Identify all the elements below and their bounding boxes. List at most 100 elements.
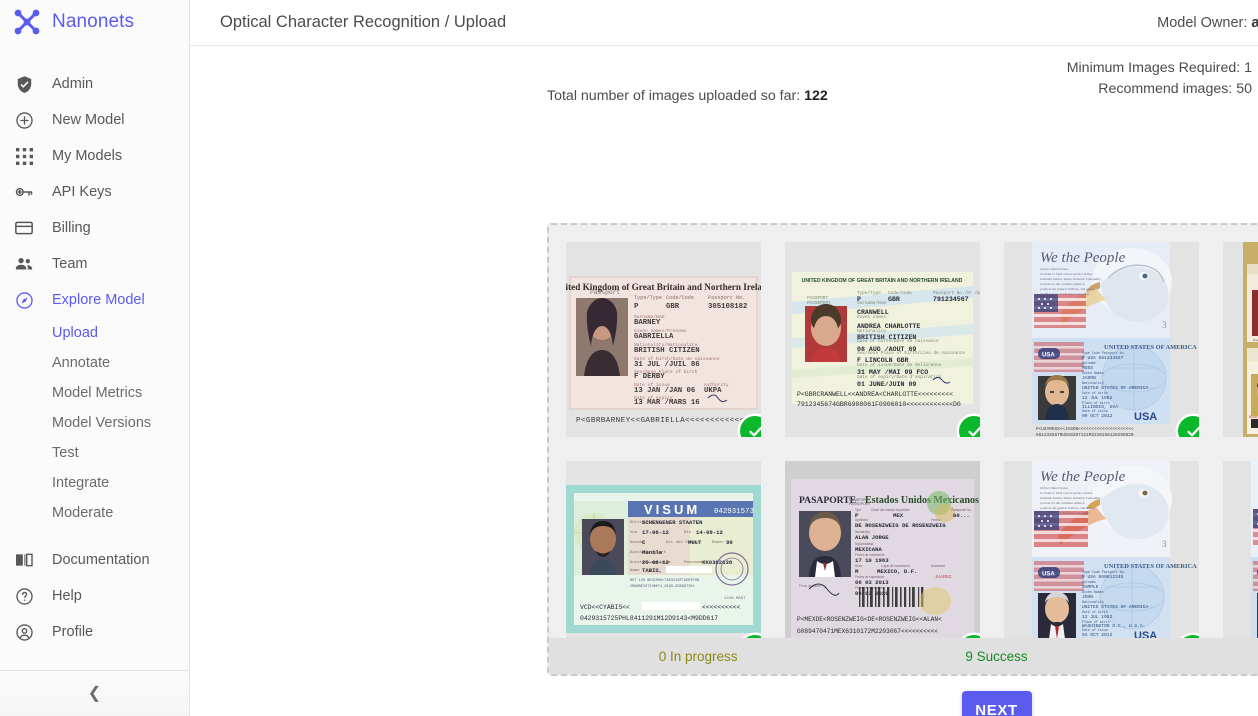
svg-text:BOT 130 BESCH09<TAESC48FTAERIP: BOT 130 BESCH09<TAESC48FTAERIPHN xyxy=(630,578,699,583)
plus-circle-icon xyxy=(12,108,36,132)
svg-text:MULT: MULT xyxy=(688,539,702,546)
upload-page: Total number of images uploaded so far: … xyxy=(190,46,1258,716)
sidebar-item-team[interactable]: Team xyxy=(0,246,189,282)
sidebar-item-annotate[interactable]: Annotate xyxy=(0,348,189,378)
upload-status-bar: 0 In progress 9 Success 0 Error xyxy=(549,638,1258,674)
sidebar-item-test[interactable]: Test xyxy=(0,438,189,468)
svg-text:<<<<<<<<<<: <<<<<<<<<< xyxy=(702,604,741,611)
sidebar-item-billing[interactable]: Billing xyxy=(0,210,189,246)
sidebar-item-label: Explore Model xyxy=(52,292,145,308)
sidebar-item-help[interactable]: Help xyxy=(0,578,189,614)
svg-text:UNITED KINGDOM OF GREAT BRITAI: UNITED KINGDOM OF GREAT BRITAIN AND NORT… xyxy=(802,278,963,284)
svg-text:042931573: 042931573 xyxy=(714,508,754,516)
sidebar-item-label: New Model xyxy=(52,112,125,128)
svg-text:We the People: We the People xyxy=(1040,250,1126,266)
thumbnail-item[interactable]: VISUM 042931573 Gültig für Von Bis Anzah… xyxy=(566,461,761,656)
upload-dropzone[interactable]: United Kingdom of Great Britain and Nort… xyxy=(547,223,1258,676)
sidebar-subitem-label: Model Metrics xyxy=(52,385,143,401)
credit-card-icon xyxy=(12,216,36,240)
svg-text:JASON: JASON xyxy=(1082,375,1096,381)
nanonets-logo-icon xyxy=(6,1,48,43)
sidebar-item-moderate[interactable]: Moderate xyxy=(0,498,189,528)
svg-text:ALAN JORGE: ALAN JORGE xyxy=(855,534,889,541)
svg-text:UNITED STATES OF AMERICA: UNITED STATES OF AMERICA xyxy=(1082,385,1148,391)
uploaded-count-text: Total number of images uploaded so far: … xyxy=(547,88,828,104)
sidebar-item-label: Help xyxy=(52,588,82,604)
svg-text:0429315725PHL8411291M12D9143<M: 0429315725PHL8411291M12D9143<M9DD617 xyxy=(580,615,718,622)
sidebar-item-new-model[interactable]: New Model xyxy=(0,102,189,138)
minimum-images-required: Minimum Images Required: 1 xyxy=(1066,60,1252,76)
svg-text:SCHENGENER STAATEN: SCHENGENER STAATEN xyxy=(642,519,702,526)
svg-text:CRANWELL: CRANWELL xyxy=(857,309,889,316)
app-root: Nanonets Admin New Model My Models API K… xyxy=(0,0,1258,716)
upload-stats: Total number of images uploaded so far: … xyxy=(190,46,1258,124)
sidebar-item-model-metrics[interactable]: Model Metrics xyxy=(0,378,189,408)
user-circle-icon xyxy=(12,620,36,644)
sidebar-item-label: Admin xyxy=(52,76,94,92)
thumbnail-item[interactable]: UNITED KINGDOM OF GREAT BRITAIN AND NORT… xyxy=(785,242,980,437)
thumbnail-item[interactable]: We the People Of the United States, in O… xyxy=(1004,242,1199,437)
svg-text:Type Code Passport No.: Type Code Passport No. xyxy=(1082,351,1126,355)
people-icon xyxy=(12,252,36,276)
sidebar-item-integrate[interactable]: Integrate xyxy=(0,468,189,498)
brand-name: Nanonets xyxy=(52,11,135,32)
svg-text:UNITED STATES OF AMERICA: UNITED STATES OF AMERICA xyxy=(1082,604,1148,610)
svg-text:Director de 10404000xxx: Director de 10404000xxx xyxy=(1253,338,1258,342)
svg-text:JOHN: JOHN xyxy=(1082,594,1093,600)
svg-text:Surname: Surname xyxy=(1082,580,1096,584)
svg-text:17-06-12: 17-06-12 xyxy=(642,529,669,536)
svg-text:PASSEPORT: PASSEPORT xyxy=(807,301,831,306)
svg-text:Autoridad: Autoridad xyxy=(931,564,945,568)
sidebar-subitem-label: Upload xyxy=(52,325,98,341)
mexico-passport-image: PASAPORTE PASSPORT PASSEPORT Estados Uni… xyxy=(785,461,980,656)
sidebar-item-label: API Keys xyxy=(52,184,112,200)
brand[interactable]: Nanonets xyxy=(0,0,189,44)
us-passport-image: We the People Of the United States, in O… xyxy=(1004,242,1199,437)
sidebar-item-explore-model[interactable]: Explore Model xyxy=(0,282,189,318)
bhutan-id-image: རྒྱལ་ཡོངས་ངོ་སྤྲོད་ལག་ཁྱེར། KINGDOM OF B… xyxy=(1223,242,1258,437)
sidebar-collapse-button[interactable]: ❮ xyxy=(0,670,189,716)
next-button-container: NEXT xyxy=(547,691,1258,716)
svg-text:P<GBRBARNEY<<GABRIELLA<<<<<<<<: P<GBRBARNEY<<GABRIELLA<<<<<<<<<<<<<<< xyxy=(576,417,759,425)
svg-text:08 AUG /AOUT 69: 08 AUG /AOUT 69 xyxy=(857,346,916,353)
sidebar-item-label: My Models xyxy=(52,148,123,164)
recommended-images: Recommend images: 50 xyxy=(1098,81,1252,97)
svg-text:MEX: MEX xyxy=(893,512,904,519)
svg-text:Surname/Nom: Surname/Nom xyxy=(857,301,886,306)
requirements-text: Minimum Images Required: 1 Recommend ima… xyxy=(1067,58,1252,100)
sidebar-item-upload[interactable]: Upload xyxy=(0,318,189,348)
sidebar-item-my-models[interactable]: My Models xyxy=(0,138,189,174)
sidebar-item-admin[interactable]: Admin xyxy=(0,66,189,102)
svg-text:G089470471MEX6310172M2203067<<: G089470471MEX6310172M2203067<<<<<<<<<< xyxy=(797,628,938,635)
model-owner-name: aru xyxy=(1251,14,1258,31)
next-button[interactable]: NEXT xyxy=(961,691,1032,716)
svg-text:MEXICANA: MEXICANA xyxy=(855,546,882,553)
svg-text:WASHINGTON D.C., U.S.A.: WASHINGTON D.C., U.S.A. xyxy=(1082,623,1145,629)
svg-text:VISUM: VISUM xyxy=(644,502,700,517)
sidebar-nav: Admin New Model My Models API Keys Billi… xyxy=(0,66,189,650)
sidebar-item-documentation[interactable]: Documentation xyxy=(0,542,189,578)
svg-text:UNITED STATES OF AMERICA: UNITED STATES OF AMERICA xyxy=(1104,344,1197,351)
key-icon xyxy=(12,180,36,204)
svg-text:P: P xyxy=(857,296,861,303)
shield-check-icon xyxy=(12,72,36,96)
svg-text:P<GBRCRANWELL<<ANDREA<CHARLOTT: P<GBRCRANWELL<<ANDREA<CHARLOTTE<<<<<<<<< xyxy=(797,391,953,398)
svg-text:Manila: Manila xyxy=(642,549,663,556)
sidebar-item-api-keys[interactable]: API Keys xyxy=(0,174,189,210)
svg-text:PASAPORTE: PASAPORTE xyxy=(799,495,856,506)
thumbnail-item[interactable]: United Kingdom of Great Britain and Nort… xyxy=(566,242,761,437)
sidebar-subitem-label: Integrate xyxy=(52,475,110,491)
thumbnail-item[interactable]: We the People Of the United States,in Or… xyxy=(1004,461,1199,656)
sidebar-item-profile[interactable]: Profile xyxy=(0,614,189,650)
svg-text:G0...: G0... xyxy=(953,512,970,519)
svg-text:Type Code Passport No.: Type Code Passport No. xyxy=(1082,570,1126,574)
svg-text:90: 90 xyxy=(726,539,733,546)
status-success: 9 Success xyxy=(965,648,1028,664)
thumbnail-item[interactable]: རྒྱལ་ཡོངས་ངོ་སྤྲོད་ལག་ཁྱེར། KINGDOM OF B… xyxy=(1223,242,1258,437)
svg-text:01 JUNE/JUIN 09: 01 JUNE/JUIN 09 xyxy=(857,381,916,388)
svg-text:GBR: GBR xyxy=(888,296,900,303)
chevron-left-icon: ❮ xyxy=(87,684,102,702)
thumbnail-item[interactable]: We the People Of the United States,in Or… xyxy=(1223,461,1258,656)
thumbnail-item[interactable]: PASAPORTE PASSPORT PASSEPORT Estados Uni… xyxy=(785,461,980,656)
sidebar-item-model-versions[interactable]: Model Versions xyxy=(0,408,189,438)
